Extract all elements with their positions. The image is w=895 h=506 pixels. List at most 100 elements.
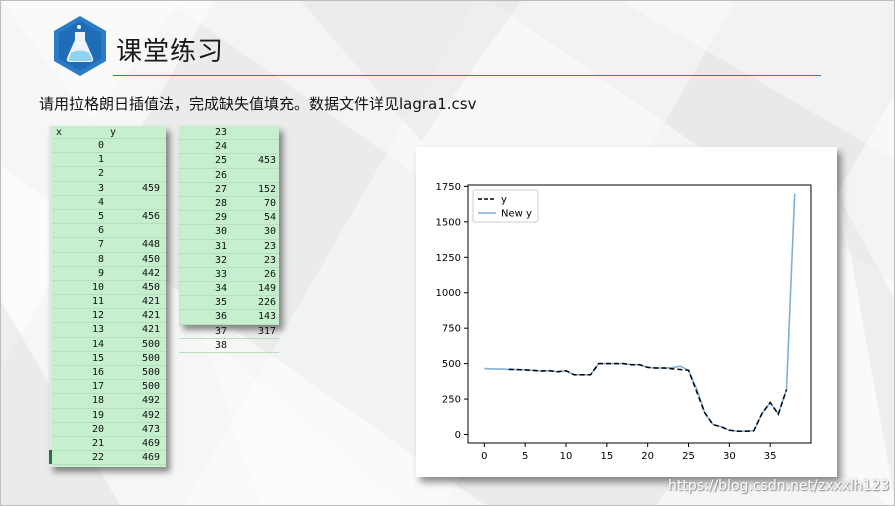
table-row: 8 450	[52, 253, 166, 267]
title-divider	[113, 75, 821, 76]
table-row: 35 226	[179, 296, 279, 311]
cell-y: 421	[141, 310, 160, 322]
cell-y: 469	[141, 437, 160, 449]
cell-y: 450	[141, 281, 160, 293]
y-tick-label: 1000	[436, 288, 461, 299]
x-tick-label: 20	[641, 451, 654, 462]
sheet-header: x y	[52, 126, 166, 139]
cell-x: 16	[91, 367, 104, 378]
cell-y: 23	[263, 240, 276, 252]
flask-logo-icon	[54, 16, 106, 76]
cell-y: 500	[141, 338, 160, 350]
y-tick-label: 250	[442, 395, 461, 406]
table-row: 19 492	[52, 409, 166, 423]
table-row: 16 500	[52, 366, 166, 381]
cell-x: 12	[91, 310, 104, 322]
legend-label: New y	[501, 209, 532, 220]
table-row: 24	[179, 140, 279, 155]
cell-x: 21	[91, 437, 104, 449]
table-row: 30 30	[179, 225, 279, 240]
cell-x: 26	[214, 169, 227, 181]
y-tick-label: 500	[442, 359, 461, 370]
cell-x: 10	[91, 281, 104, 293]
cell-y: 450	[141, 253, 160, 265]
table-row: 14 500	[52, 338, 166, 352]
x-tick-label: 25	[682, 451, 695, 462]
cell-x: 30	[214, 226, 227, 238]
cell-x: 17	[91, 381, 104, 393]
table-row: 29 54	[179, 211, 279, 226]
table-row: 4	[52, 196, 166, 210]
cell-x: 20	[91, 423, 104, 435]
cell-x: 13	[91, 324, 104, 336]
data-sheet-left: x y 0 1 2 3 459 4 5 456 6 7 448 8 450 9 442 10 450 11 421 1…	[49, 126, 166, 467]
cell-x: 2	[97, 168, 104, 180]
cell-x: 29	[214, 212, 227, 224]
line-chart: 0 5 10 15 20 25 30 35 0 250 500 750 1000 1250 1500 1750…	[436, 182, 812, 462]
legend-label: y	[501, 195, 507, 206]
table-row: 2	[52, 167, 166, 182]
table-row: 17 500	[52, 380, 166, 395]
cell-x: 3	[97, 182, 104, 194]
cell-x: 34	[214, 283, 227, 295]
cell-x: 0	[97, 140, 104, 151]
table-row: 21 469	[52, 437, 166, 452]
y-tick-label: 1750	[436, 182, 461, 193]
table-row: 12 421	[52, 309, 166, 324]
table-row: 18 492	[52, 394, 166, 409]
table-row: 34 149	[179, 282, 279, 297]
table-row: 31 23	[179, 240, 279, 254]
table-row: 38	[179, 339, 279, 353]
active-row-marker	[49, 450, 52, 465]
cell-x: 19	[91, 409, 104, 421]
table-row: 13 421	[52, 323, 166, 338]
cell-x: 7	[97, 239, 104, 251]
cell-x: 8	[97, 253, 104, 265]
cell-y: 54	[263, 212, 276, 224]
cell-x: 37	[214, 325, 227, 337]
x-tick-label: 35	[764, 451, 777, 462]
table-row: 7 448	[52, 238, 166, 253]
cell-y: 456	[141, 210, 160, 222]
cell-x: 33	[214, 268, 227, 280]
cell-y: 30	[263, 226, 276, 238]
cell-x: 9	[97, 267, 104, 279]
cell-x: 24	[214, 141, 227, 153]
table-row: 36 143	[179, 310, 279, 325]
data-sheet-right: 23 24 25 453 26 27 152 28 70 29 54 30 30 31 23 32 23 33 26…	[179, 126, 279, 353]
cell-y: 500	[141, 367, 160, 378]
cell-x: 36	[214, 311, 227, 323]
cell-y: 26	[263, 268, 276, 280]
table-row: 1	[52, 153, 166, 168]
cell-y: 500	[141, 381, 160, 393]
cell-y: 492	[141, 409, 160, 421]
cell-x: 1	[97, 154, 104, 166]
cell-x: 22	[91, 452, 104, 464]
cell-y: 149	[257, 283, 276, 295]
cell-y: 23	[263, 254, 276, 266]
table-row: 23	[179, 126, 279, 141]
cell-y: 421	[141, 296, 160, 308]
table-row: 22 469	[49, 450, 166, 466]
y-tick-label: 0	[455, 430, 461, 441]
watermark: https://blog.csdn.net/zxxxlh123	[668, 478, 890, 494]
table-row: 28 70	[179, 197, 279, 212]
cell-y: 500	[141, 352, 160, 364]
table-row: 32 23	[179, 254, 279, 268]
header-y: y	[110, 127, 117, 138]
cell-x: 5	[97, 210, 104, 222]
cell-x: 23	[214, 127, 227, 138]
slide-title: 课堂练习	[116, 37, 225, 67]
cell-y: 317	[257, 325, 276, 337]
cell-y: 421	[141, 324, 160, 336]
chart-panel: 0 5 10 15 20 25 30 35 0 250 500 750 1000 1250 1500 1750…	[416, 147, 837, 477]
table-row: 9 442	[52, 267, 166, 281]
cell-x: 11	[91, 296, 104, 308]
cell-x: 15	[91, 352, 104, 364]
cell-y: 469	[141, 452, 160, 464]
table-row: 0	[52, 139, 166, 154]
cell-y: 70	[263, 197, 276, 209]
table-row: 5 456	[52, 210, 166, 225]
cell-x: 25	[214, 155, 227, 167]
y-tick-label: 750	[442, 324, 461, 335]
